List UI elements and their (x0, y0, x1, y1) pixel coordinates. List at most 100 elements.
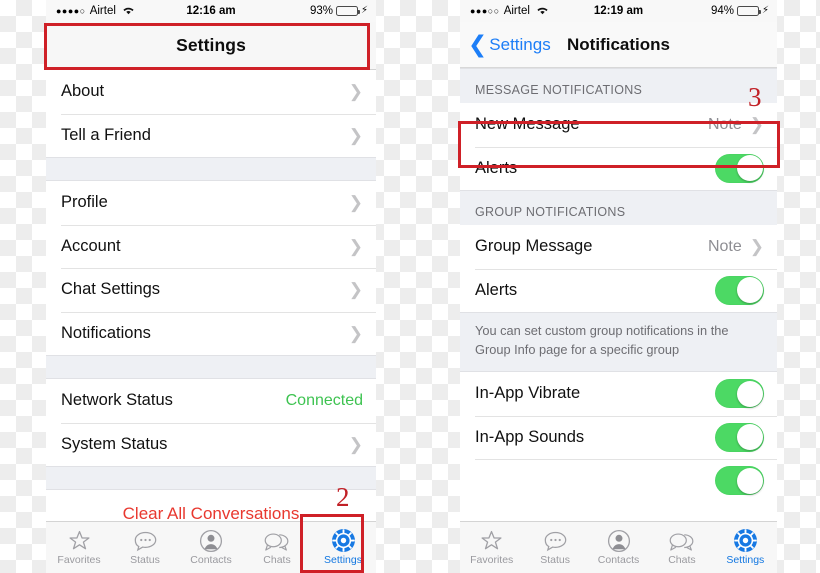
tab-status[interactable]: Status (523, 522, 586, 573)
tab-label: Settings (726, 554, 765, 566)
tab-bar: Favorites Status Contacts Chats Settings (460, 521, 777, 573)
battery-percent-label: 94% (710, 5, 734, 17)
tab-label: Chats (263, 554, 291, 566)
message-alerts-toggle[interactable] (715, 153, 764, 183)
row-accessory (715, 422, 764, 452)
tab-label: Favorites (57, 554, 101, 566)
row-accessory: Note ❯ (708, 116, 764, 134)
group-message-value: Note (707, 237, 742, 255)
tab-chats[interactable]: Chats (650, 522, 713, 573)
section-header-message-notifications: MESSAGE NOTIFICATIONS (460, 68, 777, 103)
row-accessory: Connected (286, 392, 363, 410)
row-label: Chat Settings (61, 280, 161, 299)
tab-bar: Favorites Status Contacts Chats Settings (46, 521, 376, 573)
row-label: In-App Vibrate (475, 384, 581, 403)
chevron-right-icon: ❯ (348, 236, 363, 256)
tab-label: Chats (668, 554, 696, 566)
tab-contacts[interactable]: Contacts (178, 522, 244, 573)
settings-row-network-status[interactable]: Network Status Connected (46, 379, 376, 423)
settings-row-tell-a-friend[interactable]: Tell a Friend ❯ (46, 113, 376, 157)
status-bar-right: 93% ⚡ (310, 5, 368, 17)
row-in-app-sounds[interactable]: In-App Sounds (460, 415, 777, 460)
row-label: Profile (61, 193, 108, 212)
status-bubble-icon (543, 529, 568, 553)
settings-row-account[interactable]: Account ❯ (46, 224, 376, 268)
chevron-right-icon: ❯ (348, 323, 363, 343)
annotation-step-2: 2 (336, 482, 350, 512)
settings-row-chat-settings[interactable]: Chat Settings ❯ (46, 268, 376, 312)
row-group-alerts[interactable]: Alerts (460, 268, 777, 312)
row-label: Notifications (61, 323, 151, 342)
in-app-sounds-toggle[interactable] (715, 422, 764, 452)
list-group-separator (46, 466, 376, 490)
row-group-message[interactable]: Group Message Note ❯ (460, 225, 777, 269)
notifications-list: MESSAGE NOTIFICATIONS New Message Note ❯… (460, 68, 777, 503)
gear-icon (733, 529, 758, 553)
settings-row-notifications[interactable]: Notifications ❯ (46, 311, 376, 355)
toggle-knob (736, 467, 763, 494)
tab-contacts[interactable]: Contacts (587, 522, 650, 573)
partially-visible-toggle[interactable] (715, 466, 764, 496)
star-icon (479, 529, 504, 553)
chevron-right-icon: ❯ (749, 115, 764, 135)
row-accessory (715, 379, 764, 409)
row-accessory: ❯ (349, 238, 363, 255)
row-new-message[interactable]: New Message Note ❯ (460, 103, 777, 147)
row-label: Alerts (475, 280, 518, 299)
tab-favorites[interactable]: Favorites (46, 522, 112, 573)
row-label: About (61, 82, 105, 101)
in-app-vibrate-toggle[interactable] (715, 379, 764, 409)
list-group-separator (46, 157, 376, 181)
row-label: Alerts (475, 158, 518, 177)
row-label: New Message (475, 115, 580, 134)
contact-person-icon (607, 529, 631, 553)
row-accessory: ❯ (349, 127, 363, 144)
settings-row-profile[interactable]: Profile ❯ (46, 181, 376, 225)
tab-label: Contacts (190, 554, 232, 566)
tab-status[interactable]: Status (112, 522, 178, 573)
tab-chats[interactable]: Chats (244, 522, 310, 573)
group-notifications-footer-text: You can set custom group notifications i… (460, 312, 777, 373)
settings-row-about[interactable]: About ❯ (46, 70, 376, 114)
settings-row-system-status[interactable]: System Status ❯ (46, 422, 376, 466)
tab-settings[interactable]: Settings (310, 522, 376, 573)
page-title: Notifications (567, 34, 670, 54)
toggle-knob (736, 380, 763, 407)
notifications-screen-panel: ●●●○○ Airtel 12:19 am 94% ⚡ ❮ Settings N… (460, 0, 777, 573)
row-accessory: ❯ (349, 436, 363, 453)
status-bar: ●●●○○ Airtel 12:19 am 94% ⚡ (460, 0, 777, 22)
chats-bubbles-icon (668, 529, 696, 553)
contact-person-icon (199, 529, 223, 553)
group-alerts-toggle[interactable] (715, 275, 764, 305)
row-accessory: ❯ (349, 281, 363, 298)
annotation-step-3: 3 (748, 82, 762, 112)
charging-bolt-icon: ⚡ (360, 5, 368, 16)
row-accessory: ❯ (349, 325, 363, 342)
list-group-separator (46, 355, 376, 379)
battery-icon (736, 6, 762, 16)
row-accessory (715, 275, 764, 305)
row-message-alerts[interactable]: Alerts (460, 146, 777, 190)
new-message-value: Note (707, 115, 742, 133)
chevron-right-icon: ❯ (749, 237, 764, 257)
tab-settings[interactable]: Settings (714, 522, 777, 573)
row-accessory: ❯ (349, 83, 363, 100)
section-header-group-notifications: GROUP NOTIFICATIONS (460, 190, 777, 225)
chevron-right-icon: ❯ (348, 434, 363, 454)
row-partially-visible[interactable] (460, 459, 777, 503)
row-accessory (715, 153, 764, 183)
row-label: Group Message (475, 237, 593, 256)
navbar-notifications: ❮ Settings Notifications (460, 22, 777, 68)
row-accessory (715, 466, 764, 496)
chevron-right-icon: ❯ (348, 280, 363, 300)
toggle-knob (736, 424, 763, 451)
tab-label: Status (540, 554, 570, 566)
toggle-knob (736, 277, 763, 304)
row-in-app-vibrate[interactable]: In-App Vibrate (460, 372, 777, 416)
tab-label: Status (130, 554, 160, 566)
tab-favorites[interactable]: Favorites (460, 522, 523, 573)
row-accessory: ❯ (349, 194, 363, 211)
row-accessory: Note ❯ (708, 238, 764, 256)
chevron-right-icon: ❯ (348, 125, 363, 145)
row-label: System Status (61, 434, 168, 453)
